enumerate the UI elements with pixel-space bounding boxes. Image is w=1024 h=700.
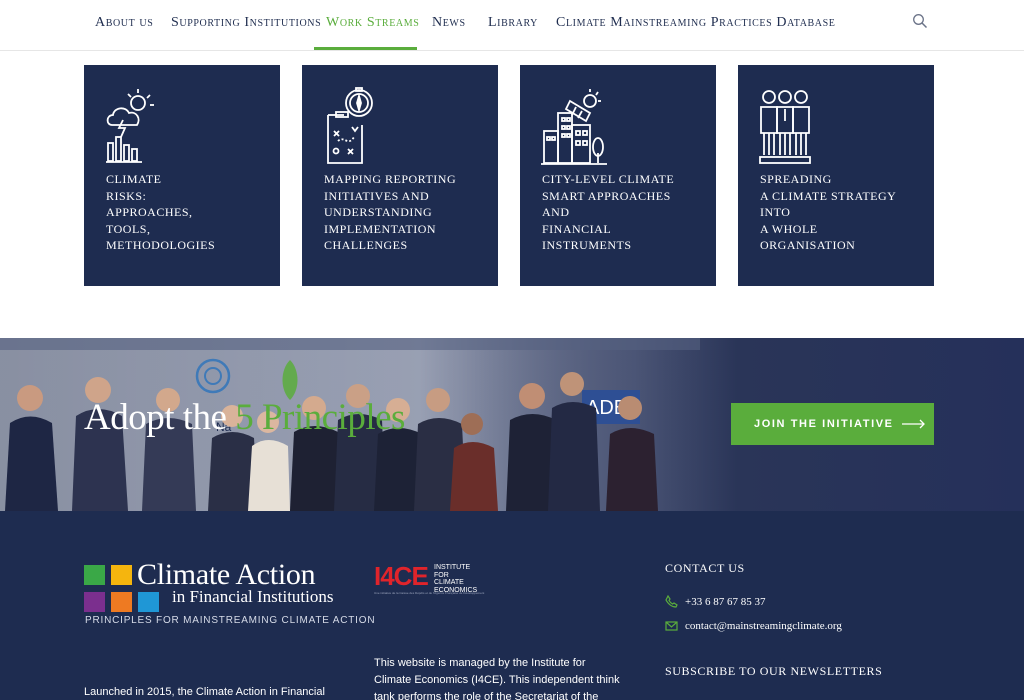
about-paragraph: This website is managed by the Institute… (374, 657, 620, 700)
logo-square (84, 565, 105, 585)
i4ce-logo-text: Institute for Climate Economics (434, 564, 478, 594)
logo-square (111, 592, 132, 612)
logo-color-squares (84, 565, 159, 613)
banner-title-prefix: Adopt the (84, 397, 236, 438)
active-nav-indicator (314, 47, 417, 50)
join-button-label: Join the initiative (754, 418, 894, 430)
banner-title: Adopt the 5 Principles (84, 396, 405, 439)
principles-banner: ADB Na Adopt the 5 Principles Join the i… (0, 338, 1024, 511)
site-footer: Climate Action in Financial Institutions… (0, 511, 1024, 700)
card-label: Mapping reporting initiatives and unders… (324, 172, 457, 252)
nav-about-us[interactable]: About us (95, 14, 153, 32)
nav-news[interactable]: News (432, 14, 466, 32)
compass-strategy-icon (327, 87, 373, 164)
newsletter-heading: Subscribe to our newsletters (665, 664, 883, 678)
card-label: Spreading a climate strategy into a whol… (760, 172, 897, 252)
contact-phone[interactable]: +33 6 87 67 85 37 (665, 595, 765, 608)
i4ce-logo[interactable]: I4CE Institute for Climate Economics Une… (374, 561, 486, 595)
arrow-right-icon (901, 419, 925, 429)
logo-square (111, 565, 132, 585)
envelope-icon (665, 621, 678, 631)
contact-heading: Contact us (665, 561, 745, 575)
card-spreading-strategy[interactable]: Spreading a climate strategy into a whol… (738, 65, 934, 286)
i4ce-logo-mark: I4CE (374, 561, 429, 591)
nav-library[interactable]: Library (488, 14, 538, 32)
top-navigation: About us Supporting Institutions Work St… (0, 0, 1024, 51)
i4ce-logo-subtext: Une initiative de la Caisse des Dépôts e… (374, 591, 485, 595)
contact-email[interactable]: contact@mainstreamingclimate.org (665, 619, 842, 632)
card-city-level[interactable]: City-level climate smart approaches and … (520, 65, 716, 286)
email-address: contact@mainstreamingclimate.org (685, 619, 842, 632)
card-climate-risks[interactable]: Climate risks: approaches, tools, method… (84, 65, 280, 286)
logo-tagline: Principles for mainstreaming climate act… (85, 615, 376, 626)
logo-square (84, 592, 105, 612)
logo-square (138, 592, 159, 612)
team-people-icon (759, 90, 811, 164)
card-label: Climate risks: approaches, tools, method… (106, 172, 216, 252)
phone-number: +33 6 87 67 85 37 (685, 595, 766, 608)
card-label: City-level climate smart approaches and … (542, 172, 675, 252)
nav-work-streams[interactable]: Work Streams (326, 14, 419, 32)
search-icon[interactable] (912, 13, 928, 29)
join-initiative-button[interactable]: Join the initiative (731, 403, 934, 445)
solar-city-icon (541, 89, 607, 165)
logo-subtitle: in Financial Institutions (172, 587, 334, 606)
banner-title-highlight: 5 Principles (235, 397, 405, 438)
card-mapping-reporting[interactable]: Mapping reporting initiatives and unders… (302, 65, 498, 286)
weather-storm-icon (106, 89, 154, 163)
launch-paragraph: Launched in 2015, the Climate Action in … (84, 686, 325, 698)
nav-supporting-institutions[interactable]: Supporting Institutions (171, 14, 321, 32)
nav-climate-database[interactable]: Climate Mainstreaming Practices Database (556, 14, 836, 32)
phone-icon (665, 595, 678, 608)
